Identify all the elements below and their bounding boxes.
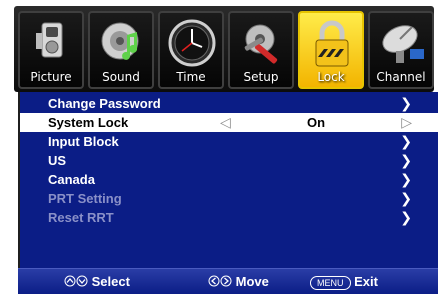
clock-icon <box>166 17 218 69</box>
lock-icon <box>306 17 358 69</box>
tv-osd-screen: Picture Sound Time Setup Lock Channel Ch… <box>0 0 438 294</box>
chevron-right-icon: ❯ <box>400 95 412 111</box>
tab-label: Time <box>176 70 206 84</box>
menu-item-label: US <box>48 153 67 168</box>
menu-item-label: Reset RRT <box>48 210 114 225</box>
menu-item-us[interactable]: US ❯ <box>20 151 438 170</box>
wrench-icon <box>236 17 288 69</box>
system-lock-value: On <box>307 115 326 130</box>
chevron-right-icon: ❯ <box>400 190 412 206</box>
lock-menu-panel: Change Password ❯ System Lock ◁ On ▷ Inp… <box>18 92 438 268</box>
tab-label: Setup <box>243 70 279 84</box>
menu-item-label: Change Password <box>48 96 161 111</box>
arrow-right-icon[interactable]: ▷ <box>401 113 412 132</box>
speaker-icon <box>96 17 148 69</box>
menu-item-input-block[interactable]: Input Block ❯ <box>20 132 438 151</box>
menu-item-change-password[interactable]: Change Password ❯ <box>20 94 438 113</box>
left-right-arrows-icon <box>208 274 232 291</box>
menu-item-label: Canada <box>48 172 95 187</box>
chevron-right-icon: ❯ <box>400 171 412 187</box>
chevron-right-icon: ❯ <box>400 209 412 225</box>
arrow-left-icon[interactable]: ◁ <box>220 113 231 132</box>
chevron-right-icon: ❯ <box>400 133 412 149</box>
tab-label: Lock <box>317 70 345 84</box>
hint-select: Select <box>64 273 130 290</box>
menu-item-canada[interactable]: Canada ❯ <box>20 170 438 189</box>
menu-tab-bar: Picture Sound Time Setup Lock Channel <box>14 6 434 92</box>
satellite-dish-icon <box>376 17 428 69</box>
help-bar: Select Move MENU Exit <box>18 268 438 294</box>
up-down-arrows-icon <box>64 274 88 291</box>
hint-move: Move <box>208 273 269 290</box>
menu-item-label: PRT Setting <box>48 191 122 206</box>
menu-key-icon: MENU <box>310 275 351 290</box>
camera-icon <box>26 17 78 69</box>
move-hint-label: Move <box>235 274 269 289</box>
tab-sound[interactable]: Sound <box>88 11 154 89</box>
menu-item-label: Input Block <box>48 134 119 149</box>
tab-picture[interactable]: Picture <box>18 11 84 89</box>
tab-channel[interactable]: Channel <box>368 11 434 89</box>
menu-item-system-lock[interactable]: System Lock ◁ On ▷ <box>20 113 438 132</box>
lock-menu-list: Change Password ❯ System Lock ◁ On ▷ Inp… <box>20 92 438 227</box>
menu-item-label: System Lock <box>48 115 129 130</box>
exit-hint-label: Exit <box>354 274 378 289</box>
select-hint-label: Select <box>91 274 130 289</box>
tab-time[interactable]: Time <box>158 11 224 89</box>
tab-setup[interactable]: Setup <box>228 11 294 89</box>
tab-label: Picture <box>30 70 72 84</box>
chevron-right-icon: ❯ <box>400 152 412 168</box>
hint-exit: MENU Exit <box>310 273 378 290</box>
tab-lock[interactable]: Lock <box>298 11 364 89</box>
menu-item-reset-rrt: Reset RRT ❯ <box>20 208 438 227</box>
tab-label: Sound <box>102 70 140 84</box>
tab-label: Channel <box>376 70 426 84</box>
menu-item-prt-setting: PRT Setting ❯ <box>20 189 438 208</box>
